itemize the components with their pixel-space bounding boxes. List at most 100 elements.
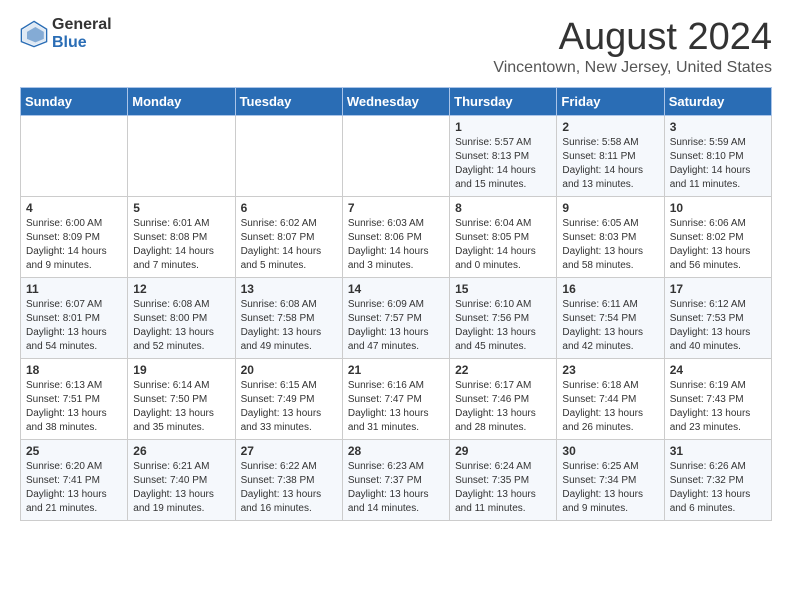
calendar-cell: [235, 116, 342, 197]
logo-icon: [20, 20, 48, 48]
week-row-1: 4Sunrise: 6:00 AM Sunset: 8:09 PM Daylig…: [21, 197, 772, 278]
day-number: 11: [26, 282, 122, 296]
day-number: 15: [455, 282, 551, 296]
day-number: 6: [241, 201, 337, 215]
day-info: Sunrise: 6:17 AM Sunset: 7:46 PM Dayligh…: [455, 379, 551, 435]
calendar-body: 1 Sunrise: 5:57 AM Sunset: 8:13 PM Daylig…: [21, 116, 772, 521]
calendar-cell: 13 Sunrise: 6:08 AM Sunset: 7:58 PM Dayli…: [235, 278, 342, 359]
week-row-0: 1 Sunrise: 5:57 AM Sunset: 8:13 PM Daylig…: [21, 116, 772, 197]
day-number: 20: [241, 363, 337, 377]
day-number: 25: [26, 444, 122, 458]
day-info: Sunrise: 6:22 AM Sunset: 7:38 PM Dayligh…: [241, 460, 337, 516]
calendar-cell: 17Sunrise: 6:12 AM Sunset: 7:53 PM Dayli…: [664, 278, 771, 359]
calendar-cell: 2 Sunrise: 5:58 AM Sunset: 8:11 PM Daylig…: [557, 116, 664, 197]
calendar-cell: 31 Sunrise: 6:26 AM Sunset: 7:32 PM Dayli…: [664, 440, 771, 521]
calendar-cell: 12 Sunrise: 6:08 AM Sunset: 8:00 PM Dayli…: [128, 278, 235, 359]
day-info: Sunrise: 6:08 AM Sunset: 8:00 PM Dayligh…: [133, 298, 229, 354]
day-number: 12: [133, 282, 229, 296]
day-number: 26: [133, 444, 229, 458]
day-number: 3: [670, 120, 766, 134]
day-number: 1: [455, 120, 551, 134]
day-number: 21: [348, 363, 444, 377]
day-info: Sunrise: 6:19 AM Sunset: 7:43 PM Dayligh…: [670, 379, 766, 435]
calendar-cell: 8 Sunrise: 6:04 AM Sunset: 8:05 PM Daylig…: [450, 197, 557, 278]
day-info: Sunrise: 6:11 AM Sunset: 7:54 PM Dayligh…: [562, 298, 658, 354]
day-info: Sunrise: 5:57 AM Sunset: 8:13 PM Dayligh…: [455, 136, 551, 192]
day-number: 29: [455, 444, 551, 458]
day-header-friday: Friday: [557, 88, 664, 116]
day-number: 31: [670, 444, 766, 458]
day-info: Sunrise: 6:09 AM Sunset: 7:57 PM Dayligh…: [348, 298, 444, 354]
calendar-cell: [21, 116, 128, 197]
day-info: Sunrise: 6:21 AM Sunset: 7:40 PM Dayligh…: [133, 460, 229, 516]
day-header-monday: Monday: [128, 88, 235, 116]
calendar-cell: 3 Sunrise: 5:59 AM Sunset: 8:10 PM Daylig…: [664, 116, 771, 197]
calendar-cell: 14Sunrise: 6:09 AM Sunset: 7:57 PM Dayli…: [342, 278, 449, 359]
calendar-cell: [128, 116, 235, 197]
day-info: Sunrise: 6:08 AM Sunset: 7:58 PM Dayligh…: [241, 298, 337, 354]
page-header: General Blue August 2024 Vincentown, New…: [20, 16, 772, 77]
logo-general-text: General: [52, 16, 112, 34]
day-number: 2: [562, 120, 658, 134]
day-number: 7: [348, 201, 444, 215]
day-info: Sunrise: 6:02 AM Sunset: 8:07 PM Dayligh…: [241, 217, 337, 273]
calendar-cell: 28Sunrise: 6:23 AM Sunset: 7:37 PM Dayli…: [342, 440, 449, 521]
calendar-cell: 20 Sunrise: 6:15 AM Sunset: 7:49 PM Dayli…: [235, 359, 342, 440]
day-info: Sunrise: 6:10 AM Sunset: 7:56 PM Dayligh…: [455, 298, 551, 354]
calendar-cell: 5 Sunrise: 6:01 AM Sunset: 8:08 PM Daylig…: [128, 197, 235, 278]
logo-text: General Blue: [52, 16, 112, 51]
title-block: August 2024 Vincentown, New Jersey, Unit…: [493, 16, 772, 77]
day-number: 28: [348, 444, 444, 458]
day-info: Sunrise: 6:01 AM Sunset: 8:08 PM Dayligh…: [133, 217, 229, 273]
calendar-cell: 11 Sunrise: 6:07 AM Sunset: 8:01 PM Dayli…: [21, 278, 128, 359]
day-number: 5: [133, 201, 229, 215]
day-info: Sunrise: 6:13 AM Sunset: 7:51 PM Dayligh…: [26, 379, 122, 435]
day-number: 13: [241, 282, 337, 296]
calendar-cell: 16 Sunrise: 6:11 AM Sunset: 7:54 PM Dayli…: [557, 278, 664, 359]
calendar-cell: 7 Sunrise: 6:03 AM Sunset: 8:06 PM Daylig…: [342, 197, 449, 278]
calendar-header: SundayMondayTuesdayWednesdayThursdayFrid…: [21, 88, 772, 116]
day-header-saturday: Saturday: [664, 88, 771, 116]
day-header-thursday: Thursday: [450, 88, 557, 116]
calendar-cell: 1 Sunrise: 5:57 AM Sunset: 8:13 PM Daylig…: [450, 116, 557, 197]
calendar-cell: 23Sunrise: 6:18 AM Sunset: 7:44 PM Dayli…: [557, 359, 664, 440]
calendar-subtitle: Vincentown, New Jersey, United States: [493, 59, 772, 77]
calendar-cell: 30 Sunrise: 6:25 AM Sunset: 7:34 PM Dayli…: [557, 440, 664, 521]
day-number: 19: [133, 363, 229, 377]
day-info: Sunrise: 6:15 AM Sunset: 7:49 PM Dayligh…: [241, 379, 337, 435]
day-info: Sunrise: 6:04 AM Sunset: 8:05 PM Dayligh…: [455, 217, 551, 273]
calendar-cell: [342, 116, 449, 197]
day-number: 9: [562, 201, 658, 215]
day-number: 18: [26, 363, 122, 377]
logo: General Blue: [20, 16, 112, 51]
day-info: Sunrise: 6:05 AM Sunset: 8:03 PM Dayligh…: [562, 217, 658, 273]
day-number: 27: [241, 444, 337, 458]
day-info: Sunrise: 6:03 AM Sunset: 8:06 PM Dayligh…: [348, 217, 444, 273]
calendar-cell: 25 Sunrise: 6:20 AM Sunset: 7:41 PM Dayli…: [21, 440, 128, 521]
calendar-table: SundayMondayTuesdayWednesdayThursdayFrid…: [20, 87, 772, 521]
day-number: 8: [455, 201, 551, 215]
day-info: Sunrise: 5:59 AM Sunset: 8:10 PM Dayligh…: [670, 136, 766, 192]
calendar-cell: 10Sunrise: 6:06 AM Sunset: 8:02 PM Dayli…: [664, 197, 771, 278]
day-info: Sunrise: 6:14 AM Sunset: 7:50 PM Dayligh…: [133, 379, 229, 435]
day-info: Sunrise: 6:20 AM Sunset: 7:41 PM Dayligh…: [26, 460, 122, 516]
day-number: 24: [670, 363, 766, 377]
day-header-row: SundayMondayTuesdayWednesdayThursdayFrid…: [21, 88, 772, 116]
calendar-title: August 2024: [493, 16, 772, 59]
day-number: 10: [670, 201, 766, 215]
day-number: 30: [562, 444, 658, 458]
calendar-cell: 6 Sunrise: 6:02 AM Sunset: 8:07 PM Daylig…: [235, 197, 342, 278]
calendar-cell: 19 Sunrise: 6:14 AM Sunset: 7:50 PM Dayli…: [128, 359, 235, 440]
calendar-cell: 26 Sunrise: 6:21 AM Sunset: 7:40 PM Dayli…: [128, 440, 235, 521]
day-info: Sunrise: 5:58 AM Sunset: 8:11 PM Dayligh…: [562, 136, 658, 192]
day-header-sunday: Sunday: [21, 88, 128, 116]
day-info: Sunrise: 6:26 AM Sunset: 7:32 PM Dayligh…: [670, 460, 766, 516]
calendar-cell: 21Sunrise: 6:16 AM Sunset: 7:47 PM Dayli…: [342, 359, 449, 440]
day-number: 16: [562, 282, 658, 296]
day-info: Sunrise: 6:25 AM Sunset: 7:34 PM Dayligh…: [562, 460, 658, 516]
day-info: Sunrise: 6:07 AM Sunset: 8:01 PM Dayligh…: [26, 298, 122, 354]
calendar-cell: 4Sunrise: 6:00 AM Sunset: 8:09 PM Daylig…: [21, 197, 128, 278]
calendar-cell: 29Sunrise: 6:24 AM Sunset: 7:35 PM Dayli…: [450, 440, 557, 521]
day-header-tuesday: Tuesday: [235, 88, 342, 116]
day-info: Sunrise: 6:00 AM Sunset: 8:09 PM Dayligh…: [26, 217, 122, 273]
